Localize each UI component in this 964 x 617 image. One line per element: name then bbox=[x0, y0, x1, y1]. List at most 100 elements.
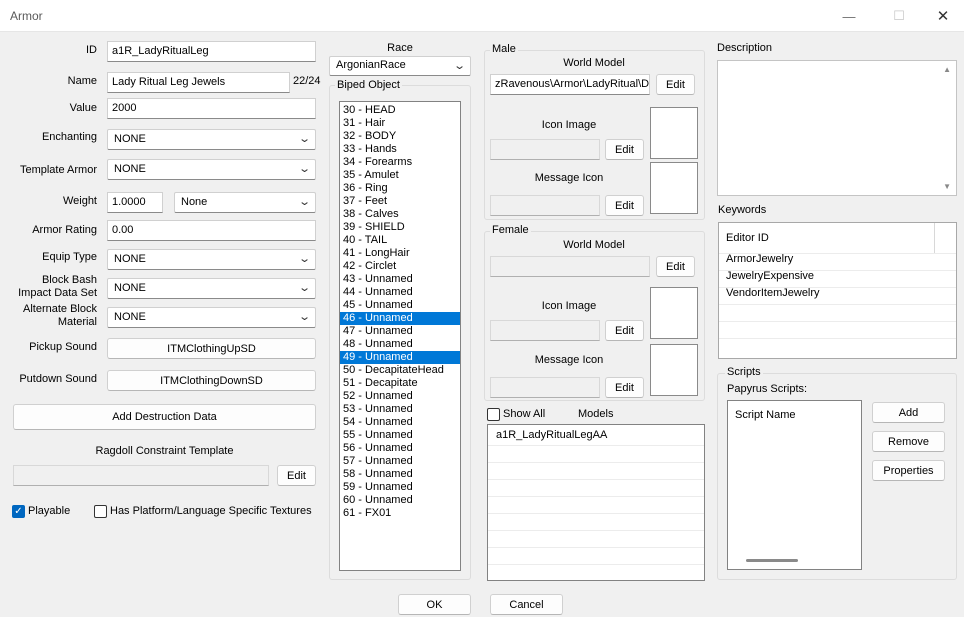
scroll-down-icon[interactable]: ▼ bbox=[943, 182, 951, 191]
name-char-count: 22/24 bbox=[293, 75, 321, 87]
maximize-button[interactable]: ☐ bbox=[876, 0, 922, 32]
alternate-block-label-line2: Material bbox=[57, 316, 97, 328]
scroll-up-icon[interactable]: ▲ bbox=[943, 65, 951, 74]
male-world-model-edit-button[interactable]: Edit bbox=[656, 74, 695, 95]
biped-object-item[interactable]: 39 - SHIELD bbox=[340, 221, 460, 234]
alternate-block-dropdown[interactable]: NONE ⌄ bbox=[107, 307, 316, 328]
weight-label: Weight bbox=[62, 195, 97, 207]
platform-textures-checkbox[interactable] bbox=[94, 505, 107, 518]
female-icon-image-field[interactable] bbox=[490, 320, 600, 341]
biped-object-item[interactable]: 32 - BODY bbox=[340, 130, 460, 143]
ragdoll-field[interactable] bbox=[13, 465, 269, 486]
playable-checkbox[interactable]: ✓ bbox=[12, 505, 25, 518]
biped-object-item[interactable]: 57 - Unnamed bbox=[340, 455, 460, 468]
biped-object-item[interactable]: 52 - Unnamed bbox=[340, 390, 460, 403]
biped-object-item[interactable]: 56 - Unnamed bbox=[340, 442, 460, 455]
female-icon-image-edit-button[interactable]: Edit bbox=[605, 320, 644, 341]
biped-object-item[interactable]: 43 - Unnamed bbox=[340, 273, 460, 286]
add-script-button[interactable]: Add bbox=[872, 402, 945, 423]
male-message-icon-label: Message Icon bbox=[534, 172, 604, 184]
block-bash-dropdown[interactable]: NONE ⌄ bbox=[107, 278, 316, 299]
male-icon-image-field[interactable] bbox=[490, 139, 600, 160]
biped-object-item[interactable]: 36 - Ring bbox=[340, 182, 460, 195]
biped-object-item[interactable]: 41 - LongHair bbox=[340, 247, 460, 260]
biped-object-list[interactable]: 30 - HEAD 31 - Hair 32 - BODY 33 - Hands 34 … bbox=[339, 101, 461, 571]
female-world-model-edit-button[interactable]: Edit bbox=[656, 256, 695, 277]
biped-object-item[interactable]: 55 - Unnamed bbox=[340, 429, 460, 442]
male-world-model-field[interactable]: zRavenous\Armor\LadyRitual\D bbox=[490, 74, 650, 95]
show-all-label: Show All bbox=[503, 408, 546, 420]
biped-object-item[interactable]: 45 - Unnamed bbox=[340, 299, 460, 312]
cancel-button[interactable]: Cancel bbox=[490, 594, 563, 615]
equip-type-dropdown[interactable]: NONE ⌄ bbox=[107, 249, 316, 270]
template-armor-label: Template Armor bbox=[19, 164, 97, 176]
biped-object-item[interactable]: 51 - Decapitate bbox=[340, 377, 460, 390]
scripts-list[interactable]: Script Name bbox=[727, 400, 862, 570]
biped-object-item[interactable]: 40 - TAIL bbox=[340, 234, 460, 247]
biped-object-item[interactable]: 61 - FX01 bbox=[340, 507, 460, 520]
biped-object-item[interactable]: 50 - DecapitateHead bbox=[340, 364, 460, 377]
pickup-sound-button[interactable]: ITMClothingUpSD bbox=[107, 338, 316, 359]
id-field[interactable]: a1R_LadyRitualLeg bbox=[107, 41, 316, 62]
female-world-model-label: World Model bbox=[563, 239, 625, 251]
biped-object-item[interactable]: 53 - Unnamed bbox=[340, 403, 460, 416]
putdown-sound-button[interactable]: ITMClothingDownSD bbox=[107, 370, 316, 391]
female-message-icon-field[interactable] bbox=[490, 377, 600, 398]
title-bar bbox=[0, 0, 964, 32]
minimize-button[interactable]: — bbox=[826, 0, 872, 32]
male-label: Male bbox=[490, 43, 518, 55]
biped-object-item[interactable]: 35 - Amulet bbox=[340, 169, 460, 182]
biped-object-item[interactable]: 33 - Hands bbox=[340, 143, 460, 156]
male-message-icon-preview bbox=[650, 162, 698, 214]
biped-object-item[interactable]: 58 - Unnamed bbox=[340, 468, 460, 481]
ragdoll-edit-button[interactable]: Edit bbox=[277, 465, 316, 486]
remove-script-button[interactable]: Remove bbox=[872, 431, 945, 452]
scripts-header[interactable]: Script Name bbox=[735, 409, 796, 421]
male-icon-image-label: Icon Image bbox=[541, 119, 597, 131]
biped-object-item[interactable]: 37 - Feet bbox=[340, 195, 460, 208]
ok-button[interactable]: OK bbox=[398, 594, 471, 615]
weight-field[interactable]: 1.0000 bbox=[107, 192, 163, 213]
male-world-model-label: World Model bbox=[563, 57, 625, 69]
biped-object-item[interactable]: 30 - HEAD bbox=[340, 104, 460, 117]
weight-class-dropdown[interactable]: None ⌄ bbox=[174, 192, 316, 213]
male-message-icon-edit-button[interactable]: Edit bbox=[605, 195, 644, 216]
description-textarea[interactable]: ▲ ▼ bbox=[717, 60, 957, 196]
biped-object-item[interactable]: 54 - Unnamed bbox=[340, 416, 460, 429]
horizontal-scrollbar[interactable] bbox=[746, 559, 798, 562]
add-destruction-data-button[interactable]: Add Destruction Data bbox=[13, 404, 316, 430]
models-list[interactable]: a1R_LadyRitualLegAA bbox=[487, 424, 705, 581]
male-message-icon-field[interactable] bbox=[490, 195, 600, 216]
biped-object-item[interactable]: 42 - Circlet bbox=[340, 260, 460, 273]
keywords-list[interactable]: Editor ID ArmorJewelry JewelryExpensive … bbox=[718, 222, 957, 359]
armor-rating-field[interactable]: 0.00 bbox=[107, 220, 316, 241]
keywords-label: Keywords bbox=[718, 204, 767, 216]
biped-object-item[interactable]: 34 - Forearms bbox=[340, 156, 460, 169]
template-armor-dropdown[interactable]: NONE ⌄ bbox=[107, 159, 316, 180]
keyword-item[interactable]: ArmorJewelry bbox=[726, 253, 793, 265]
biped-object-item[interactable]: 46 - Unnamed bbox=[340, 312, 460, 325]
keyword-item[interactable]: VendorItemJewelry bbox=[726, 287, 820, 299]
race-dropdown[interactable]: ArgonianRace ⌄ bbox=[329, 56, 471, 76]
show-all-checkbox[interactable] bbox=[487, 408, 500, 421]
biped-object-item[interactable]: 48 - Unnamed bbox=[340, 338, 460, 351]
enchanting-dropdown[interactable]: NONE ⌄ bbox=[107, 129, 316, 150]
male-icon-image-edit-button[interactable]: Edit bbox=[605, 139, 644, 160]
close-button[interactable]: ✕ bbox=[920, 0, 964, 32]
biped-object-item[interactable]: 47 - Unnamed bbox=[340, 325, 460, 338]
model-item[interactable]: a1R_LadyRitualLegAA bbox=[496, 429, 607, 441]
female-icon-preview bbox=[650, 287, 698, 339]
biped-object-item[interactable]: 44 - Unnamed bbox=[340, 286, 460, 299]
biped-object-item[interactable]: 38 - Calves bbox=[340, 208, 460, 221]
keywords-header[interactable]: Editor ID bbox=[726, 232, 769, 244]
biped-object-item[interactable]: 60 - Unnamed bbox=[340, 494, 460, 507]
name-field[interactable]: Lady Ritual Leg Jewels bbox=[107, 72, 290, 93]
script-properties-button[interactable]: Properties bbox=[872, 460, 945, 481]
biped-object-item[interactable]: 59 - Unnamed bbox=[340, 481, 460, 494]
biped-object-item[interactable]: 31 - Hair bbox=[340, 117, 460, 130]
keyword-item[interactable]: JewelryExpensive bbox=[726, 270, 814, 282]
female-message-icon-edit-button[interactable]: Edit bbox=[605, 377, 644, 398]
female-world-model-field[interactable] bbox=[490, 256, 650, 277]
biped-object-item[interactable]: 49 - Unnamed bbox=[340, 351, 460, 364]
value-field[interactable]: 2000 bbox=[107, 98, 316, 119]
